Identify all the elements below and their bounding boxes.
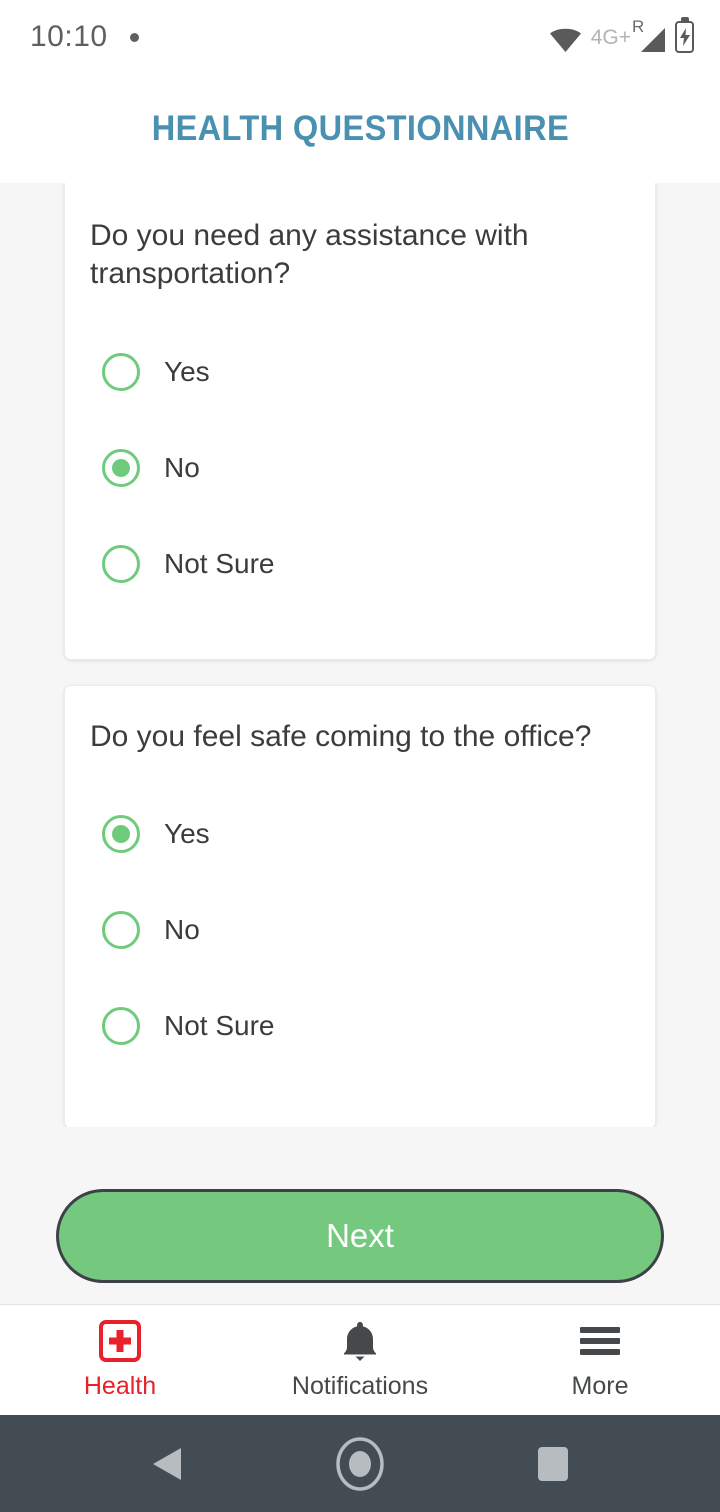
medical-cross-icon bbox=[99, 1319, 141, 1363]
status-bar: 10:10 4G+ R bbox=[0, 0, 720, 74]
bell-icon bbox=[340, 1319, 380, 1363]
page-title: HEALTH QUESTIONNAIRE bbox=[151, 108, 569, 148]
back-button[interactable] bbox=[119, 1415, 215, 1512]
wifi-icon bbox=[549, 28, 581, 52]
radio-button-icon[interactable] bbox=[102, 1007, 140, 1046]
bottom-tab-bar: Health Notifications More bbox=[0, 1304, 720, 1415]
question-text: Do you need any assistance with transpor… bbox=[90, 219, 529, 291]
option-label: Not Sure bbox=[164, 1010, 275, 1042]
tab-label: Notifications bbox=[291, 1372, 429, 1400]
question-text: Do you feel safe coming to the office? bbox=[90, 720, 592, 753]
home-circle-icon bbox=[336, 1436, 384, 1491]
radio-dot-icon bbox=[112, 825, 130, 844]
home-button[interactable] bbox=[312, 1415, 408, 1512]
radio-button-icon[interactable] bbox=[102, 911, 140, 950]
status-bar-right: 4G+ R bbox=[549, 18, 694, 53]
radio-dot-icon bbox=[112, 458, 130, 477]
option-group: Yes No Not Sure bbox=[89, 324, 631, 612]
option-group: Yes No Not Sure bbox=[89, 786, 631, 1074]
question-card: Do you need any assistance with transpor… bbox=[64, 183, 656, 660]
tab-notifications[interactable]: Notifications bbox=[240, 1319, 480, 1401]
status-bar-left: 10:10 bbox=[30, 20, 139, 54]
next-button[interactable]: Next bbox=[56, 1189, 664, 1283]
hamburger-menu-icon bbox=[580, 1319, 620, 1363]
battery-charging-icon bbox=[675, 21, 694, 53]
option-row[interactable]: Yes bbox=[89, 324, 631, 420]
network-type-label: 4G+ bbox=[590, 26, 631, 49]
option-row[interactable]: No bbox=[89, 420, 631, 516]
radio-button-icon[interactable] bbox=[102, 544, 140, 583]
network-indicator: 4G+ R bbox=[590, 18, 666, 53]
tab-label: More bbox=[571, 1372, 629, 1400]
phone-screen: 10:10 4G+ R HEALTH QUESTIONNAIRE Do you … bbox=[0, 0, 720, 1512]
back-triangle-icon bbox=[152, 1447, 181, 1480]
charging-bolt-icon bbox=[679, 28, 690, 46]
option-row[interactable]: No bbox=[89, 882, 631, 978]
radio-button-icon[interactable] bbox=[102, 352, 140, 391]
option-label: No bbox=[164, 914, 200, 946]
android-navigation-bar bbox=[0, 1415, 720, 1512]
signal-triangle-icon bbox=[641, 28, 665, 52]
radio-button-icon[interactable] bbox=[102, 815, 140, 854]
option-label: No bbox=[164, 451, 200, 483]
tab-label: Health bbox=[83, 1372, 157, 1400]
option-label: Yes bbox=[164, 818, 210, 850]
option-label: Not Sure bbox=[164, 547, 275, 579]
option-row[interactable]: Not Sure bbox=[89, 978, 631, 1074]
radio-button-icon[interactable] bbox=[102, 448, 140, 487]
question-card: Do you feel safe coming to the office? Y… bbox=[64, 685, 656, 1127]
status-time: 10:10 bbox=[30, 20, 108, 53]
signal-roaming-group: R bbox=[632, 18, 666, 53]
notification-dot-icon bbox=[129, 32, 139, 42]
tab-more[interactable]: More bbox=[480, 1319, 720, 1401]
option-row[interactable]: Yes bbox=[89, 786, 631, 882]
questionnaire-scroll-area[interactable]: Do you need any assistance with transpor… bbox=[0, 183, 720, 1127]
option-row[interactable]: Not Sure bbox=[89, 516, 631, 612]
recents-button[interactable] bbox=[505, 1415, 601, 1512]
recents-square-icon bbox=[538, 1446, 569, 1481]
option-label: Yes bbox=[164, 355, 210, 387]
app-header: HEALTH QUESTIONNAIRE bbox=[0, 74, 720, 183]
tab-health[interactable]: Health bbox=[0, 1319, 240, 1401]
primary-action-area: Next bbox=[0, 1127, 720, 1304]
